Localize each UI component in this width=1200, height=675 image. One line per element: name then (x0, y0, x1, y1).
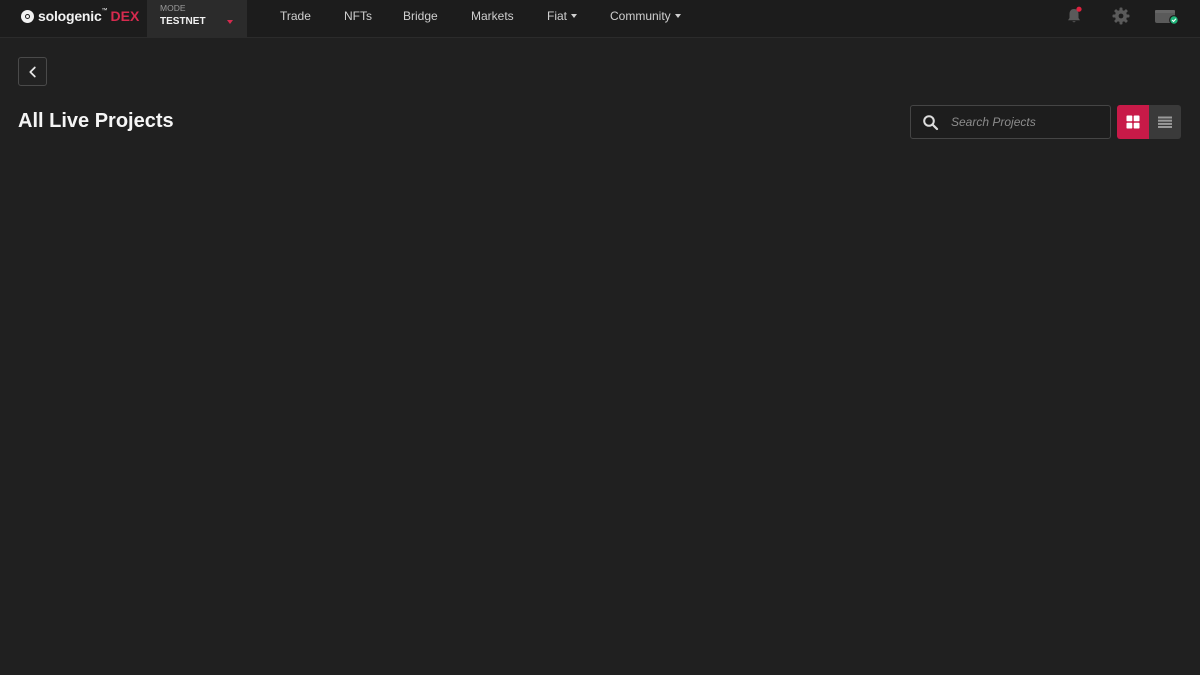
sologenic-logo-icon (21, 9, 34, 23)
nav-item-label: Markets (471, 9, 514, 23)
nav-item-community[interactable]: Community (610, 9, 681, 23)
wallet-icon (1155, 10, 1179, 25)
top-navigation-bar: sologenic ™ DEX MODE TESTNET Trade NFTs … (0, 0, 1200, 38)
mode-value: TESTNET (160, 16, 206, 27)
wallet-button[interactable] (1154, 6, 1180, 26)
settings-button[interactable] (1111, 6, 1131, 26)
logo-product-name: DEX (110, 8, 140, 24)
mode-selector[interactable]: MODE TESTNET (147, 0, 247, 38)
mode-caret-down-icon (227, 20, 233, 24)
logo-trademark: ™ (101, 8, 108, 14)
nav-item-markets[interactable]: Markets (471, 9, 514, 23)
nav-item-label: Community (610, 9, 671, 23)
back-button[interactable] (18, 57, 47, 86)
search-icon (923, 115, 939, 131)
logo-brand-name: sologenic (38, 8, 102, 24)
nav-item-nfts[interactable]: NFTs (344, 9, 372, 23)
nav-item-label: NFTs (344, 9, 372, 23)
chevron-left-icon (28, 66, 36, 77)
mode-label: MODE (160, 3, 186, 13)
search-projects-field[interactable] (910, 105, 1111, 139)
caret-down-icon (571, 13, 578, 18)
page-title: All Live Projects (18, 110, 174, 132)
nav-item-label: Fiat (547, 9, 568, 23)
sologenic-dex-logo[interactable]: sologenic ™ DEX (21, 8, 139, 24)
grid-icon (1126, 115, 1140, 129)
nav-item-bridge[interactable]: Bridge (403, 9, 438, 23)
grid-view-button[interactable] (1117, 105, 1149, 139)
gear-icon (1112, 7, 1130, 25)
nav-item-label: Bridge (403, 9, 438, 23)
nav-item-label: Trade (280, 9, 311, 23)
list-icon (1158, 116, 1172, 128)
nav-item-trade[interactable]: Trade (280, 9, 311, 23)
notifications-button[interactable] (1064, 6, 1084, 26)
search-input[interactable] (951, 106, 1106, 138)
bell-icon (1068, 6, 1082, 23)
nav-item-fiat[interactable]: Fiat (547, 9, 578, 23)
list-view-button[interactable] (1149, 105, 1181, 139)
caret-down-icon (674, 13, 681, 18)
